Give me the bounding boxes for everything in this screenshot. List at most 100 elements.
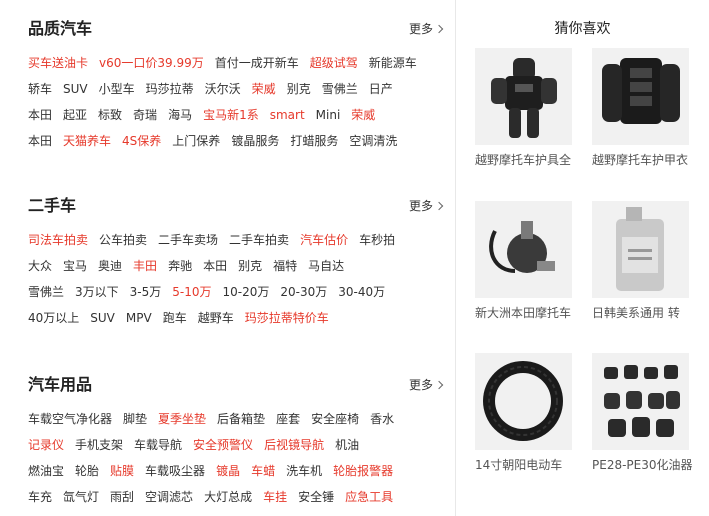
tag-link[interactable]: 后备箱垫 (217, 406, 265, 432)
tag-link[interactable]: 天猫养车 (63, 128, 111, 154)
tag-link[interactable]: 车充 (28, 484, 52, 510)
product-card[interactable]: 14寸朝阳电动车 (475, 353, 579, 473)
tag-row: 本田 起亚 标致 奇瑞 海马 宝马新1系 smart Mini 荣威 (28, 101, 448, 127)
product-card[interactable]: PE28-PE30化油器 (592, 353, 696, 473)
tag-link[interactable]: 首付一成开新车 (215, 50, 299, 76)
tag-link[interactable]: 沃尔沃 (205, 76, 241, 102)
more-link[interactable]: 更多 (409, 198, 444, 214)
tag-link[interactable]: 燃油宝 (28, 458, 64, 484)
tag-link[interactable]: 跑车 (163, 305, 187, 331)
tag-link[interactable]: 二手车拍卖 (229, 227, 289, 253)
tag-link[interactable]: 洗车机 (286, 458, 322, 484)
tag-link[interactable]: 安全座椅 (311, 406, 359, 432)
tag-link[interactable]: 镀晶服务 (231, 128, 279, 154)
tag-link[interactable]: 福特 (273, 253, 297, 279)
tag-link[interactable]: 马自达 (308, 253, 344, 279)
product-card[interactable]: 越野摩托车护具全 (475, 48, 579, 168)
tag-link[interactable]: 安全预警仪 (193, 432, 253, 458)
tag-link[interactable]: 机油 (335, 432, 359, 458)
tag-link[interactable]: 奔驰 (168, 253, 192, 279)
tag-link[interactable]: 夏季坐垫 (158, 406, 206, 432)
tag-link[interactable]: 车载空气净化器 (28, 406, 112, 432)
tag-link[interactable]: 座套 (276, 406, 300, 432)
tag-link[interactable]: 3万以下 (75, 279, 119, 305)
tag-link[interactable]: 10-20万 (223, 279, 270, 305)
tag-link[interactable]: 30-40万 (338, 279, 385, 305)
tag-link[interactable]: Mini (316, 102, 341, 128)
tag-link[interactable]: 贴膜 (110, 458, 134, 484)
tag-link[interactable]: 轮胎报警器 (333, 458, 393, 484)
tag-link[interactable]: 车载导航 (134, 432, 182, 458)
tag-link[interactable]: SUV (90, 305, 115, 331)
tag-link[interactable]: 超级试驾 (310, 50, 358, 76)
tag-link[interactable]: 本田 (203, 253, 227, 279)
tag-link[interactable]: smart (270, 102, 305, 128)
tag-link[interactable]: 记录仪 (28, 432, 64, 458)
tag-link[interactable]: 汽车估价 (300, 227, 348, 253)
tag-link[interactable]: 大灯总成 (204, 484, 252, 510)
tag-link[interactable]: 5-10万 (172, 279, 211, 305)
tag-link[interactable]: 买车送油卡 (28, 50, 88, 76)
tag-link[interactable]: 20-30万 (280, 279, 327, 305)
tag-link[interactable]: 轿车 (28, 76, 52, 102)
tag-link[interactable]: 轮胎 (75, 458, 99, 484)
product-caption: 新大洲本田摩托车 (475, 306, 572, 320)
tag-link[interactable]: 海马 (168, 102, 192, 128)
product-card[interactable]: 日韩美系通用 转 (592, 201, 696, 321)
tag-link[interactable]: 越野车 (198, 305, 234, 331)
tag-link[interactable]: 雨刮 (110, 484, 134, 510)
tag-link[interactable]: 打蜡服务 (290, 128, 338, 154)
product-card[interactable]: 越野摩托车护甲衣 (592, 48, 696, 168)
tag-link[interactable]: 车挂 (263, 484, 287, 510)
tag-link[interactable]: 应急工具 (345, 484, 393, 510)
tag-link[interactable]: MPV (126, 305, 152, 331)
tag-link[interactable]: 脚垫 (123, 406, 147, 432)
tag-link[interactable]: 香水 (370, 406, 394, 432)
tag-link[interactable]: 宝马新1系 (203, 102, 259, 128)
tag-link[interactable]: 4S保养 (122, 128, 161, 154)
tag-link[interactable]: 车载吸尘器 (145, 458, 205, 484)
tag-link[interactable]: 别克 (287, 76, 311, 102)
tag-link[interactable]: 车秒拍 (359, 227, 395, 253)
tag-link[interactable]: 二手车卖场 (158, 227, 218, 253)
tag-link[interactable]: 司法车拍卖 (28, 227, 88, 253)
tag-link[interactable]: 车蜡 (251, 458, 275, 484)
tag-link[interactable]: 奥迪 (98, 253, 122, 279)
tag-row: 记录仪 手机支架 车载导航 安全预警仪 后视镜导航 机油 (28, 431, 448, 457)
tag-link[interactable]: SUV (63, 76, 88, 102)
tag-link[interactable]: v60一口价39.99万 (99, 50, 204, 76)
tag-link[interactable]: 雪佛兰 (28, 279, 64, 305)
tag-link[interactable]: 起亚 (63, 102, 87, 128)
tag-link[interactable]: 小型车 (99, 76, 135, 102)
tag-link[interactable]: 空调滤芯 (145, 484, 193, 510)
tag-link[interactable]: 玛莎拉蒂特价车 (245, 305, 329, 331)
tag-link[interactable]: 别克 (238, 253, 262, 279)
tire-icon (475, 353, 572, 450)
tag-link[interactable]: 40万以上 (28, 305, 79, 331)
tag-link[interactable]: 新能源车 (369, 50, 417, 76)
tag-link[interactable]: 荣威 (351, 102, 375, 128)
tag-link[interactable]: 雪佛兰 (322, 76, 358, 102)
tag-link[interactable]: 本田 (28, 128, 52, 154)
tag-link[interactable]: 镀晶 (216, 458, 240, 484)
tag-link[interactable]: 标致 (98, 102, 122, 128)
tag-link[interactable]: 奇瑞 (133, 102, 157, 128)
tag-link[interactable]: 大众 (28, 253, 52, 279)
tag-link[interactable]: 上门保养 (172, 128, 220, 154)
tag-link[interactable]: 手机支架 (75, 432, 123, 458)
tag-link[interactable]: 公车拍卖 (99, 227, 147, 253)
tag-link[interactable]: 3-5万 (130, 279, 162, 305)
tag-link[interactable]: 安全锤 (298, 484, 334, 510)
more-link[interactable]: 更多 (409, 377, 444, 393)
tag-link[interactable]: 本田 (28, 102, 52, 128)
tag-link[interactable]: 丰田 (133, 253, 157, 279)
tag-link[interactable]: 宝马 (63, 253, 87, 279)
more-link[interactable]: 更多 (409, 21, 444, 37)
tag-link[interactable]: 日产 (369, 76, 393, 102)
tag-link[interactable]: 氙气灯 (63, 484, 99, 510)
tag-link[interactable]: 空调清洗 (349, 128, 397, 154)
product-card[interactable]: 新大洲本田摩托车 (475, 201, 579, 321)
tag-link[interactable]: 后视镜导航 (264, 432, 324, 458)
tag-link[interactable]: 荣威 (252, 76, 276, 102)
tag-link[interactable]: 玛莎拉蒂 (146, 76, 194, 102)
